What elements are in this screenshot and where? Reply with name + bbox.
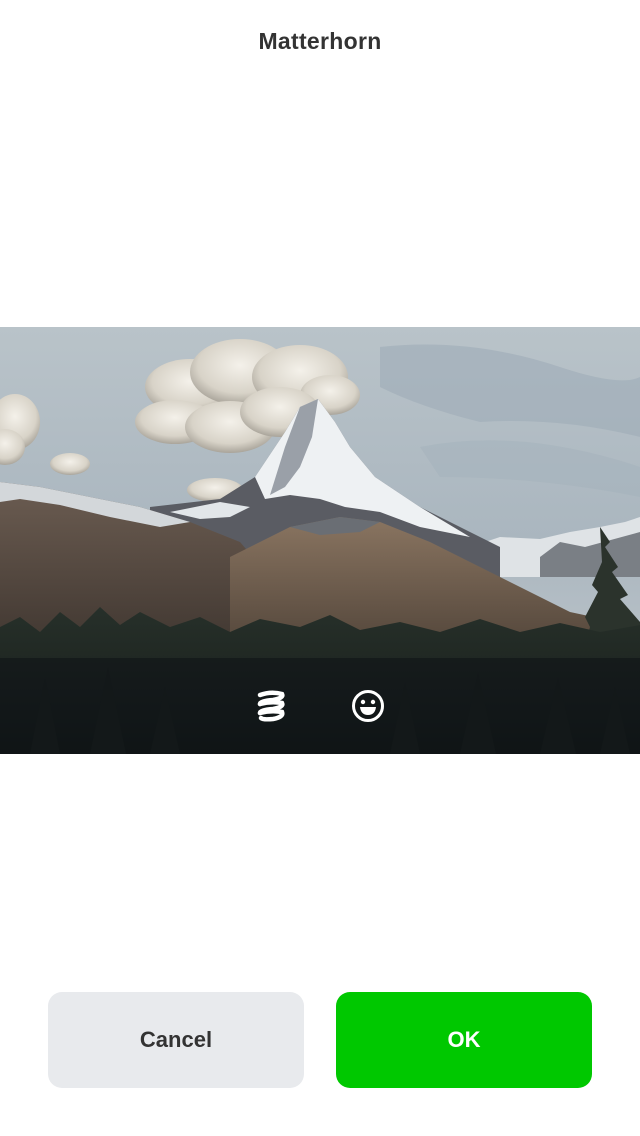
cancel-button[interactable]: Cancel: [48, 992, 304, 1088]
ok-button[interactable]: OK: [336, 992, 592, 1088]
photo-preview: [0, 327, 640, 754]
photo-toolbar: [0, 658, 640, 754]
smiley-sticker-icon[interactable]: [348, 686, 388, 726]
spring-effect-icon[interactable]: [251, 686, 291, 726]
page-title: Matterhorn: [258, 28, 382, 54]
photo-edit-screen: Matterhorn Cancel OK: [0, 0, 640, 1136]
